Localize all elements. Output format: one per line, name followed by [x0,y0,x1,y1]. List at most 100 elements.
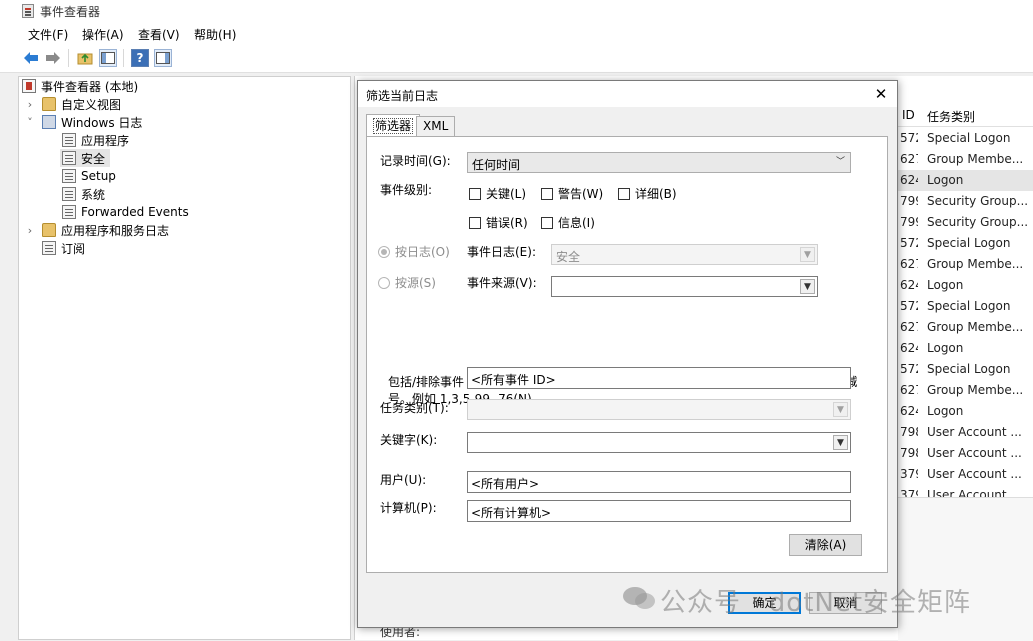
tree-item-label: Setup [81,169,116,183]
event-row-id: 624 [900,341,918,355]
log-icon [62,205,76,219]
event-row[interactable]: 624 Logon [898,338,1033,359]
chevron-down-icon[interactable]: ˅ [24,116,36,129]
computer-input[interactable]: <所有计算机> [467,500,851,522]
up-folder-icon[interactable] [76,49,94,67]
window-titlebar: 事件查看器 [0,0,1033,22]
menu-view[interactable]: 查看(V) [138,26,180,43]
event-row[interactable]: 379 User Account ... [898,464,1033,485]
menu-help[interactable]: 帮助(H) [194,26,236,43]
checkbox-information-label: 信息(I) [558,216,595,230]
menu-action[interactable]: 操作(A) [82,26,124,43]
column-header-task-category[interactable]: 任务类别 [927,108,975,125]
user-value: <所有用户> [471,477,540,491]
help-icon[interactable]: ? [131,49,149,67]
event-row[interactable]: 627 Group Membe... [898,149,1033,170]
event-row[interactable]: 627 Group Membe... [898,380,1033,401]
event-logs-value: 安全 [556,250,581,264]
event-row-task-category: Special Logon [927,236,1011,250]
keywords-select[interactable]: ▼ [467,432,851,453]
event-row[interactable]: 798 User Account ... [898,443,1033,464]
show-hide-console-tree-icon[interactable] [99,49,117,67]
toolbar-separator [68,49,69,67]
event-row-id: 627 [900,257,918,271]
tree-item-root[interactable]: 事件查看器 (本地) [22,77,138,95]
tree-item-system[interactable]: 系统 [62,185,105,203]
event-row[interactable]: 572 Special Logon [898,296,1033,317]
column-header-id[interactable]: ID [902,108,915,122]
event-row[interactable]: 627 Group Membe... [898,254,1033,275]
tree-item-custom-views[interactable]: › 自定义视图 [24,95,121,113]
event-row[interactable]: 572 Special Logon [898,359,1033,380]
checkbox-error[interactable] [469,217,481,229]
event-ids-value: <所有事件 ID> [471,373,556,387]
event-row-task-category: Logon [927,173,964,187]
event-row-id: 627 [900,383,918,397]
radio-by-log[interactable] [378,246,390,258]
event-row[interactable]: 798 User Account ... [898,422,1033,443]
tab-filter[interactable]: 筛选器 [366,114,421,136]
tree-item-setup[interactable]: Setup [62,167,116,185]
checkbox-warning[interactable] [541,188,553,200]
tree-item-subscriptions[interactable]: 订阅 [42,239,85,257]
chevron-down-icon: ▼ [800,247,815,262]
folder-icon [42,223,56,237]
event-row[interactable]: 627 Group Membe... [898,317,1033,338]
radio-by-source[interactable] [378,277,390,289]
tree-item-apps-services[interactable]: › 应用程序和服务日志 [24,221,169,239]
event-row-task-category: Logon [927,278,964,292]
chevron-right-icon[interactable]: › [24,224,36,237]
log-icon [62,133,76,147]
checkbox-critical[interactable] [469,188,481,200]
tree-item-label: 订阅 [61,241,86,256]
checkbox-verbose-label: 详细(B) [635,187,677,201]
tree-item-label: Forwarded Events [81,205,189,219]
event-row-task-category: User Account ... [927,446,1022,460]
user-input[interactable]: <所有用户> [467,471,851,493]
tree-item-label: 自定义视图 [61,97,122,112]
event-viewer-icon [22,79,36,93]
event-row[interactable]: 624 Logon [898,275,1033,296]
tab-xml[interactable]: XML [416,116,456,136]
event-row-id: 799 [900,215,918,229]
wechat-logo-icon [622,585,656,611]
forward-arrow-icon[interactable] [44,49,62,67]
checkbox-information[interactable] [541,217,553,229]
event-row[interactable]: 799 Security Group... [898,191,1033,212]
tree-item-windows-logs[interactable]: ˅ Windows 日志 [24,113,142,131]
event-row-task-category: User Account ... [927,467,1022,481]
event-list-header: ID 任务类别 [898,104,1033,127]
tree-item-forwarded-events[interactable]: Forwarded Events [62,203,189,221]
checkbox-verbose[interactable] [618,188,630,200]
event-row[interactable]: 624 Logon [898,170,1033,191]
event-row-task-category: Group Membe... [927,257,1024,271]
checkbox-critical-label: 关键(L) [486,187,527,201]
clear-button[interactable]: 清除(A) [789,534,862,556]
tree-item-application[interactable]: 应用程序 [62,131,129,149]
close-icon[interactable]: ✕ [868,83,894,105]
event-detail-pane [898,497,1033,641]
task-category-label: 任务类别(T): [380,401,449,415]
toolbar-separator [123,49,124,67]
event-row-task-category: Group Membe... [927,320,1024,334]
event-viewer-app-icon [22,4,34,18]
properties-pane-icon[interactable] [154,49,172,67]
event-row[interactable]: 624 Logon [898,401,1033,422]
task-category-select: ▼ [467,399,851,420]
event-ids-input[interactable]: <所有事件 ID> [467,367,851,389]
menu-file[interactable]: 文件(F) [28,26,68,43]
event-row[interactable]: 572 Special Logon [898,233,1033,254]
logged-select[interactable]: 任何时间 ﹀ [467,152,851,173]
event-sources-select[interactable]: ▼ [551,276,818,297]
event-row[interactable]: 799 Security Group... [898,212,1033,233]
back-arrow-icon[interactable] [22,49,40,67]
chevron-right-icon[interactable]: › [24,98,36,111]
tree-item-label: 系统 [81,187,106,202]
chevron-down-icon: ▼ [833,435,848,450]
event-row-task-category: Security Group... [927,215,1029,229]
log-icon [62,169,76,183]
event-row[interactable]: 572 Special Logon [898,128,1033,149]
tree-item-security[interactable]: 安全 [62,149,105,167]
radio-by-log-label: 按日志(O) [395,245,450,259]
event-row-id: 798 [900,425,918,439]
